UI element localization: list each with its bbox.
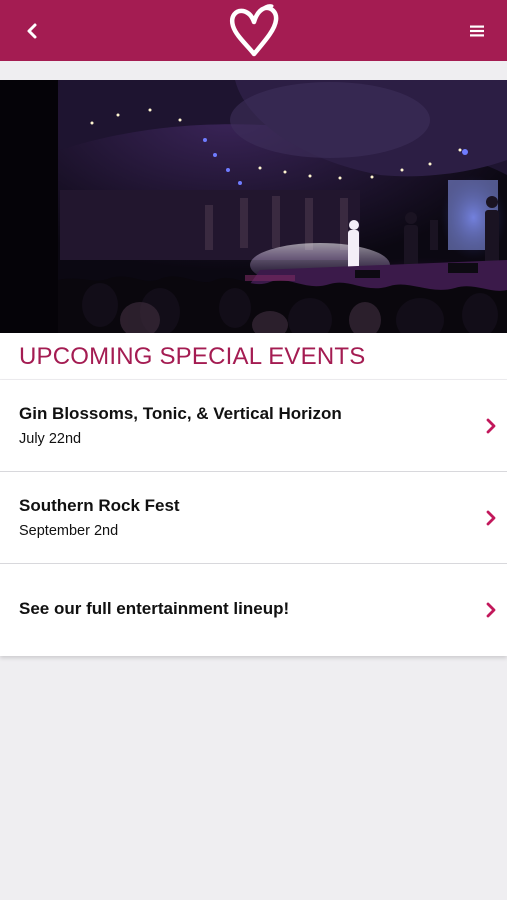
list-item[interactable]: Gin Blossoms, Tonic, & Vertical Horizon … <box>0 380 507 472</box>
event-date: July 22nd <box>19 431 82 447</box>
section-title: UPCOMING SPECIAL EVENTS <box>19 343 366 370</box>
menu-button[interactable] <box>460 15 494 47</box>
hamburger-menu-icon <box>470 25 484 37</box>
heart-logo-icon[interactable] <box>226 4 282 58</box>
top-app-bar <box>0 0 507 61</box>
back-button[interactable] <box>14 15 50 47</box>
list-item[interactable]: See our full entertainment lineup! <box>0 564 507 656</box>
chevron-right-icon <box>486 510 496 526</box>
event-title: See our full entertainment lineup! <box>19 599 290 618</box>
event-date: September 2nd <box>19 523 119 539</box>
event-title: Southern Rock Fest <box>19 496 180 515</box>
chevron-right-icon <box>486 602 496 618</box>
section-header: UPCOMING SPECIAL EVENTS <box>0 333 507 379</box>
concert-stage-photo <box>0 80 507 333</box>
events-list: Gin Blossoms, Tonic, & Vertical Horizon … <box>0 380 507 656</box>
chevron-right-icon <box>486 418 496 434</box>
event-title: Gin Blossoms, Tonic, & Vertical Horizon <box>19 404 342 423</box>
hero-image <box>0 80 507 333</box>
list-item[interactable]: Southern Rock Fest September 2nd <box>0 472 507 564</box>
chevron-left-icon <box>27 23 37 39</box>
